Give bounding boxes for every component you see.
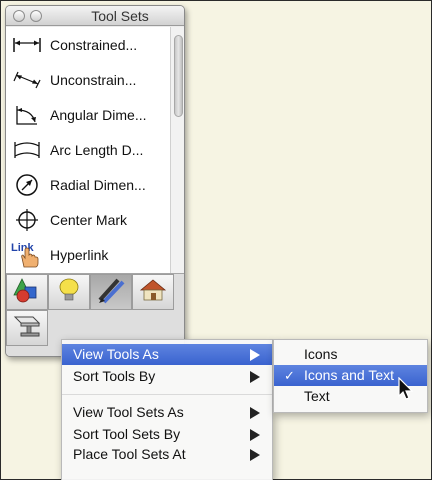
tool-unconstrained-dimension[interactable]: Unconstrain... (6, 62, 170, 97)
menu-item-view-tools-as[interactable]: View Tools As (62, 344, 272, 365)
submenu-arrow-icon (250, 449, 260, 461)
tool-center-mark[interactable]: Center Mark (6, 202, 170, 237)
menu-item-label: View Tool Sets As (73, 404, 184, 420)
tool-label: Unconstrain... (50, 71, 137, 88)
toolset-tab-dimensions[interactable] (90, 274, 132, 310)
lightbulb-toolset-icon (55, 277, 83, 308)
menu-item-label: Sort Tool Sets By (73, 426, 181, 442)
checkmark-icon: ✓ (284, 368, 295, 383)
tool-label: Center Mark (50, 211, 128, 228)
palette-titlebar[interactable]: Tool Sets (6, 6, 184, 26)
menu-item-sort-tools-by[interactable]: Sort Tools By (62, 366, 272, 387)
toolset-tab-building[interactable] (132, 274, 174, 310)
menu-item-view-tool-sets-as[interactable]: View Tool Sets As (62, 402, 272, 423)
tool-constrained-dimension[interactable]: Constrained... (6, 27, 170, 62)
constrained-dimension-icon (10, 32, 44, 58)
angular-dimension-icon (10, 102, 44, 128)
shapes-toolset-icon (13, 277, 41, 308)
menu-item-label: View Tools As (73, 346, 159, 362)
context-menu: View Tools As Sort Tools By View Tool Se… (61, 339, 273, 480)
submenu-item-icons[interactable]: Icons (274, 344, 427, 365)
toolset-tab-structural[interactable] (6, 310, 48, 346)
tool-hyperlink[interactable]: Link Hyperlink (6, 237, 170, 272)
toolset-tab-shapes[interactable] (6, 274, 48, 310)
toolset-tab-lightbulb[interactable] (48, 274, 90, 310)
submenu-arrow-icon (250, 429, 260, 441)
menu-item-label: Sort Tools By (73, 368, 156, 384)
tool-radial-dimension[interactable]: Radial Dimen... (6, 167, 170, 202)
menu-item-place-tool-sets-at[interactable]: Place Tool Sets At (62, 444, 272, 465)
arc-length-dimension-icon (10, 137, 44, 163)
minimize-button[interactable] (30, 10, 42, 22)
submenu-arrow-icon (250, 371, 260, 383)
submenu-item-label: Text (304, 388, 330, 404)
scrollbar-thumb[interactable] (174, 35, 183, 117)
menu-item-sort-tool-sets-by[interactable]: Sort Tool Sets By (62, 424, 272, 445)
tool-label: Hyperlink (50, 246, 109, 263)
menu-separator (62, 394, 272, 395)
palette-title: Tool Sets (91, 8, 149, 24)
tool-arc-length-dimension[interactable]: Arc Length D... (6, 132, 170, 167)
beam-toolset-icon (12, 313, 42, 344)
menu-item-label: Place Tool Sets At (73, 446, 186, 462)
tool-label: Angular Dime... (50, 106, 147, 123)
pencil-toolset-icon (96, 276, 126, 309)
submenu-arrow-icon (250, 407, 260, 419)
tool-list: Constrained... Unconstrain... Angular Di… (6, 27, 170, 273)
submenu-arrow-icon (250, 349, 260, 361)
tool-label: Arc Length D... (50, 141, 144, 158)
hyperlink-icon: Link (10, 242, 44, 268)
tool-sets-palette: Tool Sets Constrained... Unconstrain... … (5, 5, 185, 357)
house-toolset-icon (139, 277, 167, 308)
tool-list-scrollbar[interactable] (170, 27, 184, 273)
submenu-item-label: Icons and Text (304, 367, 395, 383)
tool-label: Radial Dimen... (50, 176, 146, 193)
mouse-cursor-icon (398, 376, 414, 406)
radial-dimension-icon (10, 172, 44, 198)
submenu-item-label: Icons (304, 346, 338, 362)
tool-angular-dimension[interactable]: Angular Dime... (6, 97, 170, 132)
tool-label: Constrained... (50, 36, 138, 53)
close-button[interactable] (13, 10, 25, 22)
center-mark-icon (10, 207, 44, 233)
unconstrained-dimension-icon (10, 67, 44, 93)
